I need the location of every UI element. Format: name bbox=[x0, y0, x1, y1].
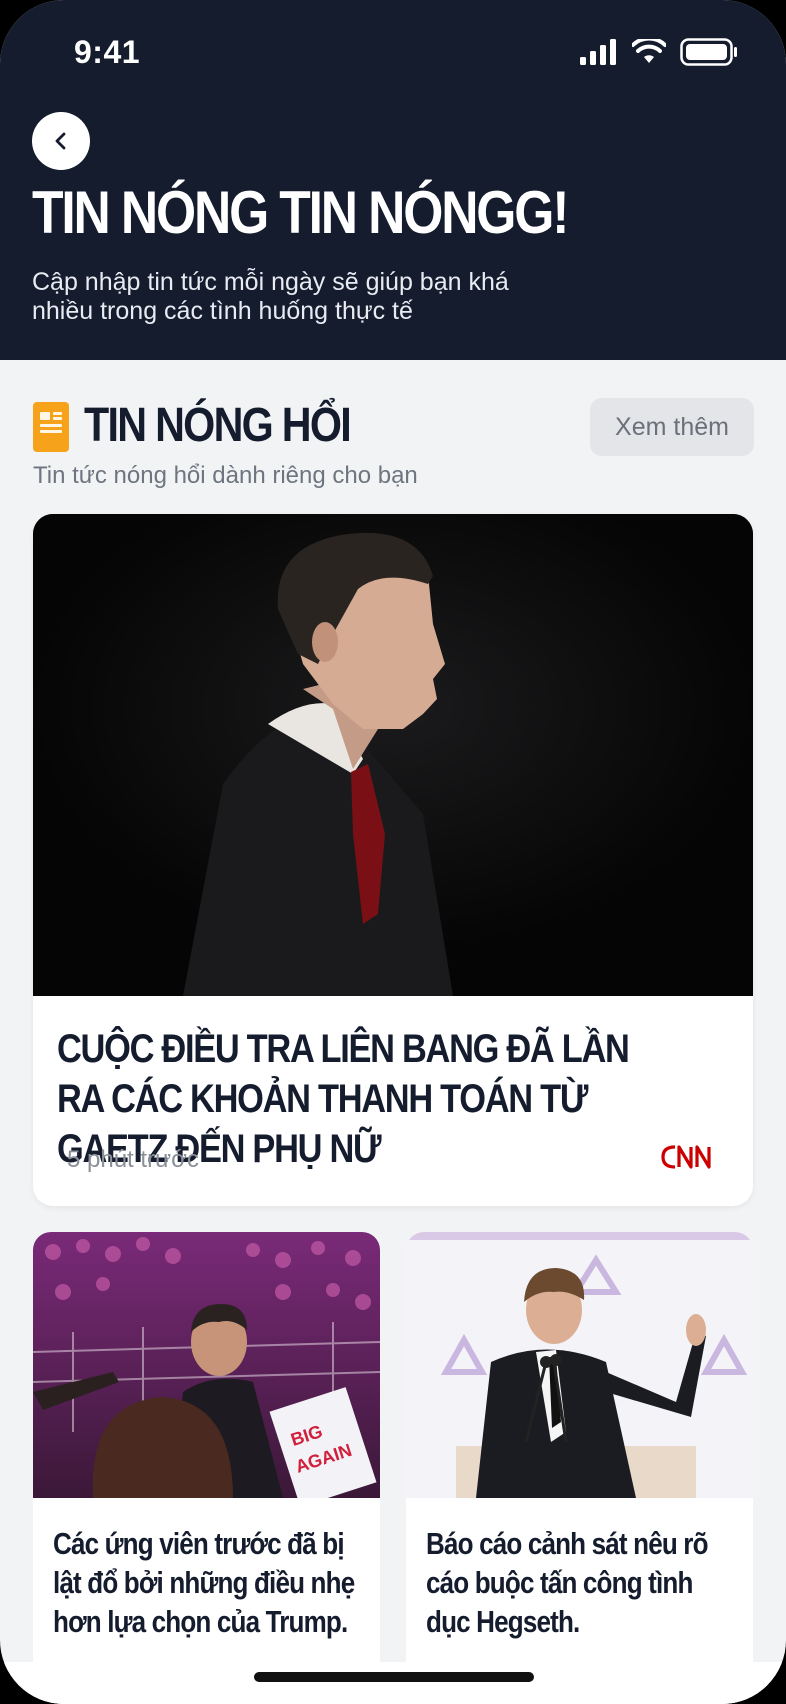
signal-icon bbox=[580, 39, 616, 65]
phone-screen: 9:41 TIN NÓNG TIN NÓNGG! Cập nhập tin tứ… bbox=[0, 0, 786, 1704]
status-time: 9:41 bbox=[74, 34, 141, 70]
featured-article-image bbox=[33, 514, 753, 996]
article-card-2[interactable]: Báo cáo cảnh sát nêu rõ cáo buộc tấn côn… bbox=[406, 1232, 753, 1704]
featured-article-time: 5 phút trước bbox=[67, 1146, 199, 1173]
page-header: 9:41 TIN NÓNG TIN NÓNGG! Cập nhập tin tứ… bbox=[0, 0, 786, 360]
article-card-1[interactable]: BIG AGAIN Các ứng viên trước đã bị lật đ… bbox=[33, 1232, 380, 1704]
article-title-2: Báo cáo cảnh sát nêu rõ cáo buộc tấn côn… bbox=[426, 1526, 709, 1639]
chevron-left-icon bbox=[55, 132, 66, 150]
battery-icon bbox=[680, 38, 737, 66]
cnn-logo bbox=[659, 1142, 721, 1177]
home-indicator-area bbox=[0, 1662, 786, 1704]
page-title: TIN NÓNG TIN NÓNGG! bbox=[32, 179, 569, 246]
home-indicator[interactable] bbox=[254, 1672, 534, 1682]
see-more-button[interactable]: Xem thêm bbox=[590, 398, 754, 456]
status-icons bbox=[580, 38, 738, 66]
section-title: TIN NÓNG HỔI bbox=[84, 399, 352, 452]
newspaper-icon bbox=[33, 402, 69, 452]
wifi-icon bbox=[632, 39, 666, 63]
section-subtitle: Tin tức nóng hổi dành riêng cho bạn bbox=[33, 462, 418, 489]
article-image-1: BIG AGAIN bbox=[33, 1232, 380, 1507]
featured-article-card[interactable]: CUỘC ĐIỀU TRA LIÊN BANG ĐÃ LẦN RA CÁC KH… bbox=[33, 514, 753, 1206]
back-button[interactable] bbox=[32, 112, 90, 170]
article-title-1: Các ứng viên trước đã bị lật đổ bởi nhữn… bbox=[53, 1526, 355, 1639]
page-subtitle: Cập nhập tin tức mỗi ngày sẽ giúp bạn kh… bbox=[32, 268, 509, 325]
article-image-2 bbox=[406, 1232, 753, 1498]
